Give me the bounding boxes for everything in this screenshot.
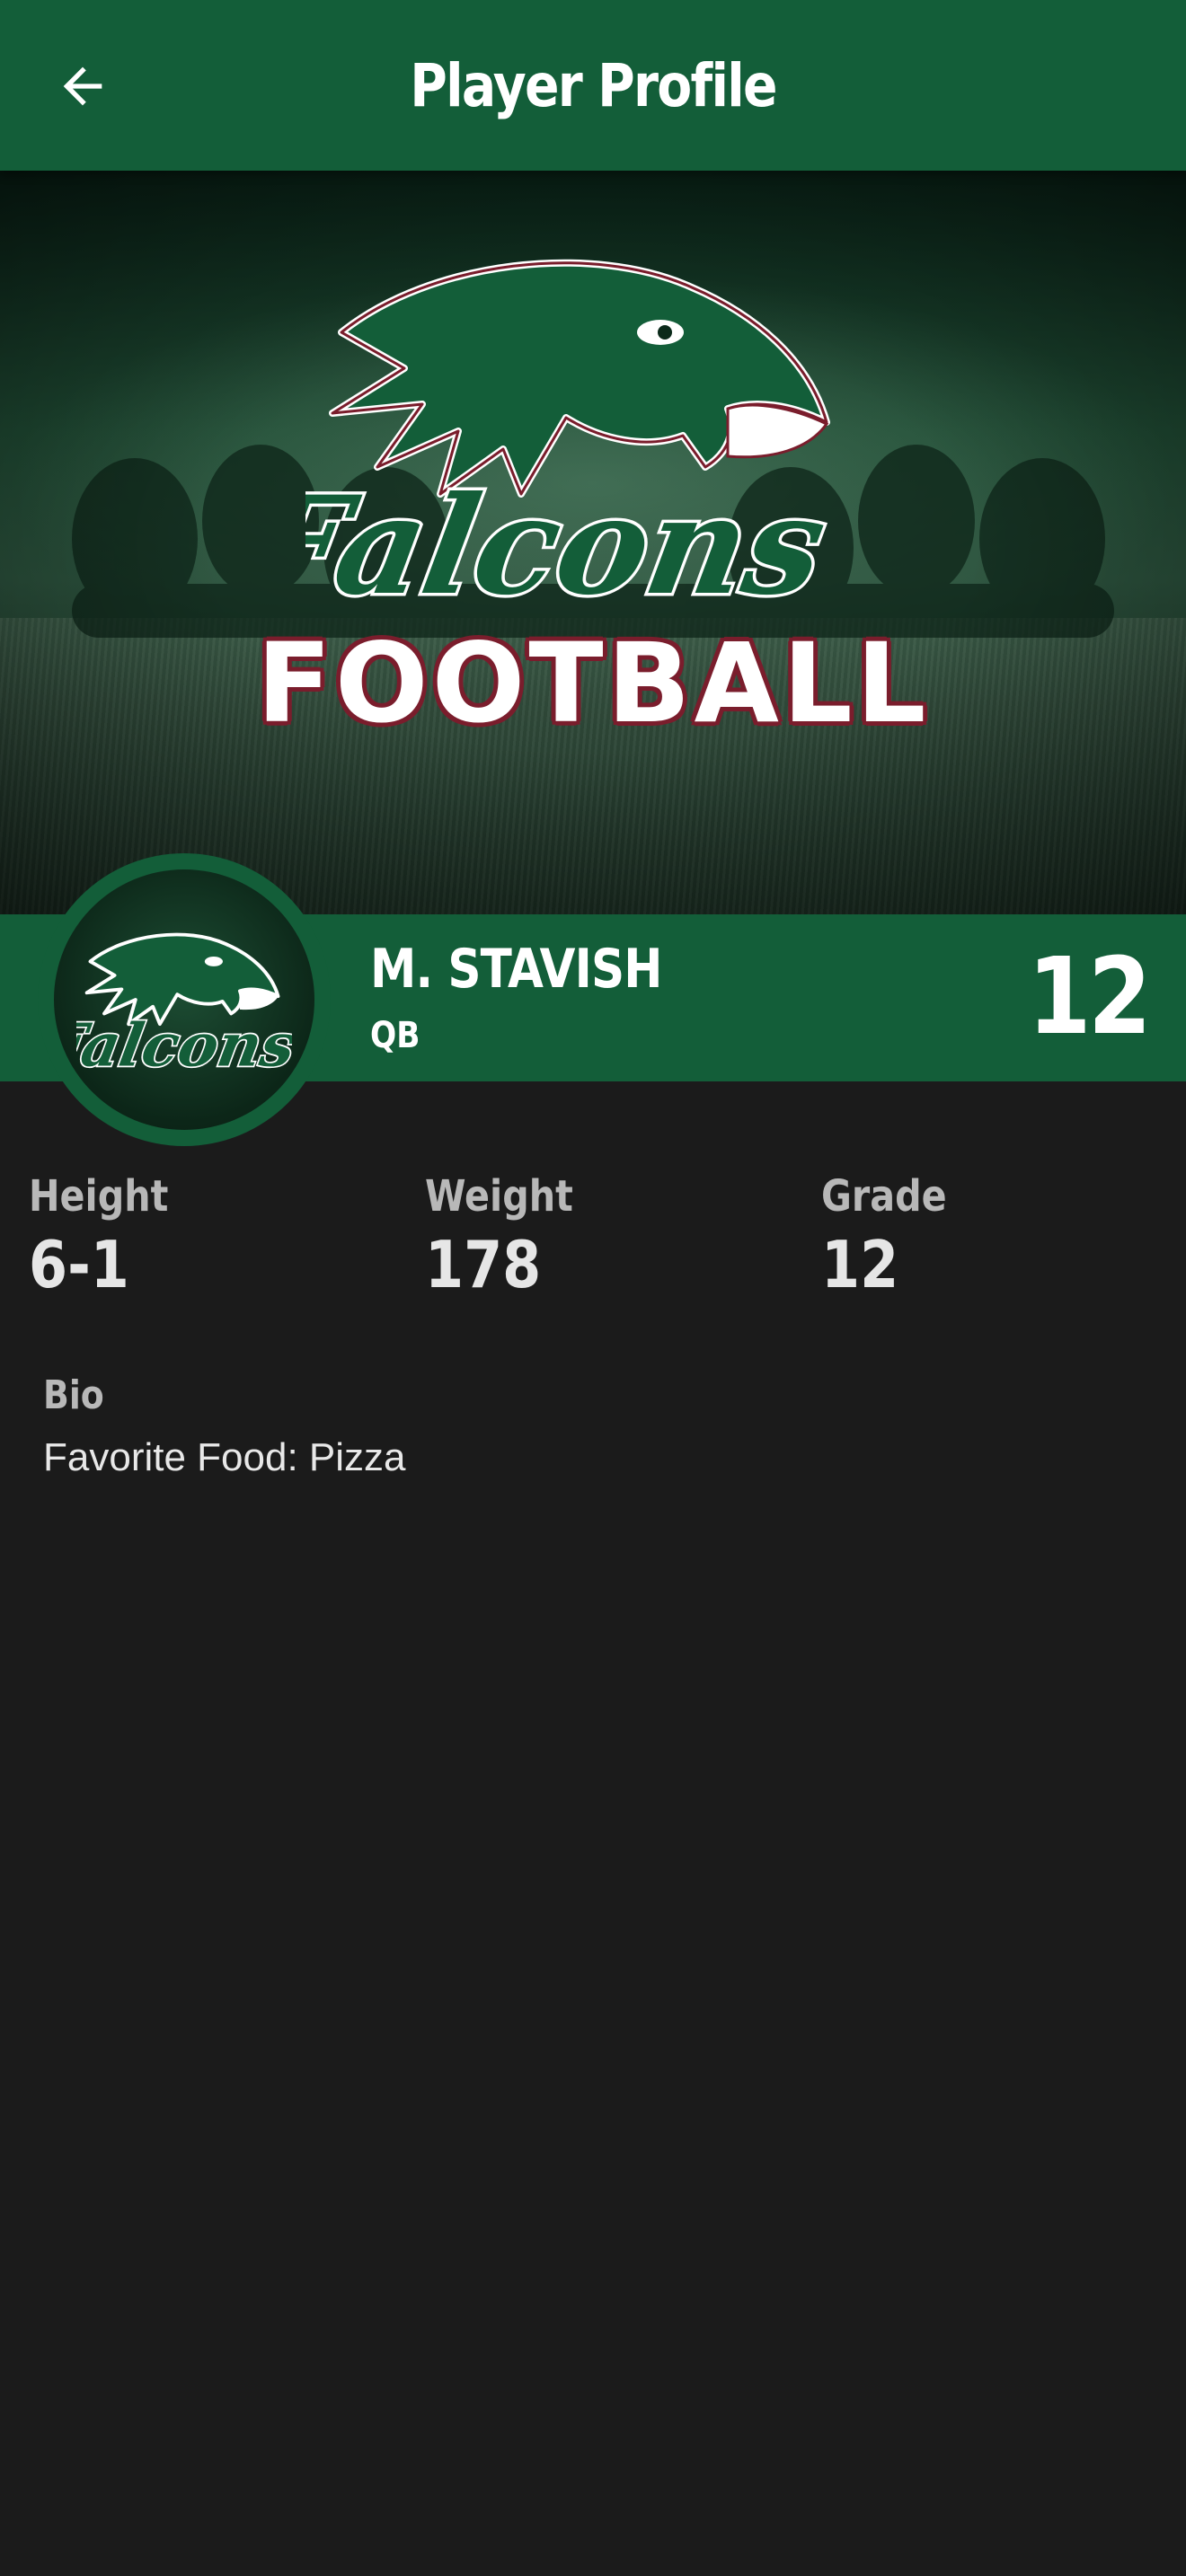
stat-weight: Weight 178 [425, 1171, 802, 1302]
football-banner-text: FOOTBALL [256, 620, 930, 747]
stat-label: Weight [425, 1171, 573, 1222]
stat-value: 178 [425, 1227, 542, 1302]
player-jersey-number: 12 [1027, 934, 1152, 1058]
bio-label: Bio [43, 1372, 104, 1418]
player-avatar-ring: Falcons [38, 853, 331, 1146]
stat-value: 6-1 [29, 1227, 129, 1302]
falcons-wordmark: Falcons [305, 466, 836, 625]
page-title: Player Profile [410, 50, 777, 120]
player-position: QB [370, 1015, 420, 1056]
top-app-bar: Player Profile [0, 0, 1186, 171]
avatar-wordmark: Falcons [76, 1010, 292, 1080]
player-profile-screen: Player Profile Falcons FOOTBALL Falcons … [0, 0, 1186, 2576]
bio-text: Favorite Food: Pizza [43, 1435, 406, 1479]
falcons-avatar-logo: Falcons [76, 932, 292, 1081]
player-name: M. STAVISH [370, 938, 662, 1001]
stat-height: Height 6-1 [29, 1171, 406, 1302]
stat-value: 12 [821, 1227, 899, 1302]
stat-label: Height [29, 1171, 169, 1222]
stat-label: Grade [821, 1171, 947, 1222]
team-banner: Falcons FOOTBALL [0, 171, 1186, 914]
stat-grade: Grade 12 [821, 1171, 1186, 1302]
avatar: Falcons [54, 869, 314, 1130]
